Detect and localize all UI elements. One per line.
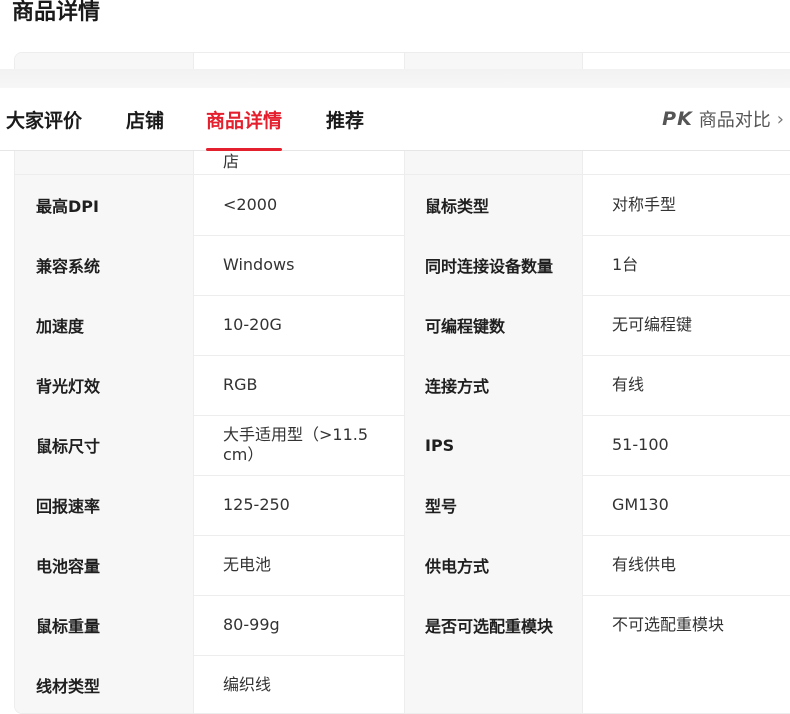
- pk-icon: PK: [662, 108, 693, 130]
- spec-label: 加速度: [36, 317, 85, 336]
- tab-product-details[interactable]: 商品详情: [206, 88, 283, 151]
- compare-button[interactable]: PK 商品对比 ›: [662, 88, 784, 150]
- page-title: 商品详情: [12, 0, 101, 25]
- spec-value: 80-99g: [223, 615, 280, 634]
- spec-value: RGB: [223, 375, 258, 394]
- tab-reviews[interactable]: 大家评价: [6, 88, 82, 150]
- active-tab-indicator: [206, 148, 283, 151]
- spec-label: 是否可选配重模块: [425, 617, 554, 636]
- spec-value: 有线供电: [612, 555, 677, 574]
- spec-label: [404, 655, 582, 713]
- spec-value: 51-100: [612, 435, 669, 454]
- spec-value: GM130: [612, 495, 669, 514]
- spec-label: 鼠标尺寸: [36, 437, 101, 456]
- spec-label: 回报速率: [36, 497, 101, 516]
- spec-label: 兼容系统: [36, 257, 101, 276]
- tabbar-top-fade: [0, 69, 790, 89]
- spec-label: 型号: [425, 497, 458, 516]
- chevron-right-icon: ›: [776, 108, 784, 130]
- compare-label: 商品对比: [698, 110, 771, 131]
- spec-label: 最高DPI: [36, 197, 99, 216]
- spec-label: 鼠标重量: [36, 617, 101, 636]
- spec-label: 背光灯效: [36, 377, 101, 396]
- tab-store[interactable]: 店铺: [126, 88, 164, 150]
- spec-value: [582, 655, 790, 713]
- spec-value: 编织线: [223, 675, 272, 694]
- spec-value: 10-20G: [223, 315, 282, 334]
- spec-value: 无可编程键: [612, 315, 693, 334]
- spec-value: 大手适用型（>11.5 cm）: [223, 425, 369, 464]
- spec-label: 连接方式: [425, 377, 490, 396]
- spec-table: 店 最高DPI <2000 鼠标类型 对称手型兼容系统 Windows 同时连接设备数量 1…: [14, 52, 790, 714]
- spec-value: 无电池: [223, 555, 272, 574]
- spec-label: 线材类型: [36, 677, 101, 696]
- spec-label: 鼠标类型: [425, 197, 490, 216]
- spec-label: 同时连接设备数量: [425, 257, 554, 276]
- spec-label: 供电方式: [425, 557, 490, 576]
- spec-value: 对称手型: [612, 195, 677, 214]
- spec-label: 可编程键数: [425, 317, 506, 336]
- spec-value: 有线: [612, 375, 645, 394]
- tab-recommend[interactable]: 推荐: [326, 88, 364, 150]
- spec-label: IPS: [425, 435, 455, 455]
- spec-value: 1台: [612, 255, 639, 274]
- spec-value: 125-250: [223, 495, 290, 514]
- spec-value: <2000: [223, 195, 278, 214]
- spec-label: 电池容量: [36, 557, 101, 576]
- sticky-tab-bar: 大家评价 店铺 商品详情 推荐 PK 商品对比 ›: [0, 88, 790, 151]
- spec-value: Windows: [223, 255, 295, 274]
- partial-cell-value: 店: [223, 152, 240, 171]
- spec-value: 不可选配重模块: [612, 615, 725, 634]
